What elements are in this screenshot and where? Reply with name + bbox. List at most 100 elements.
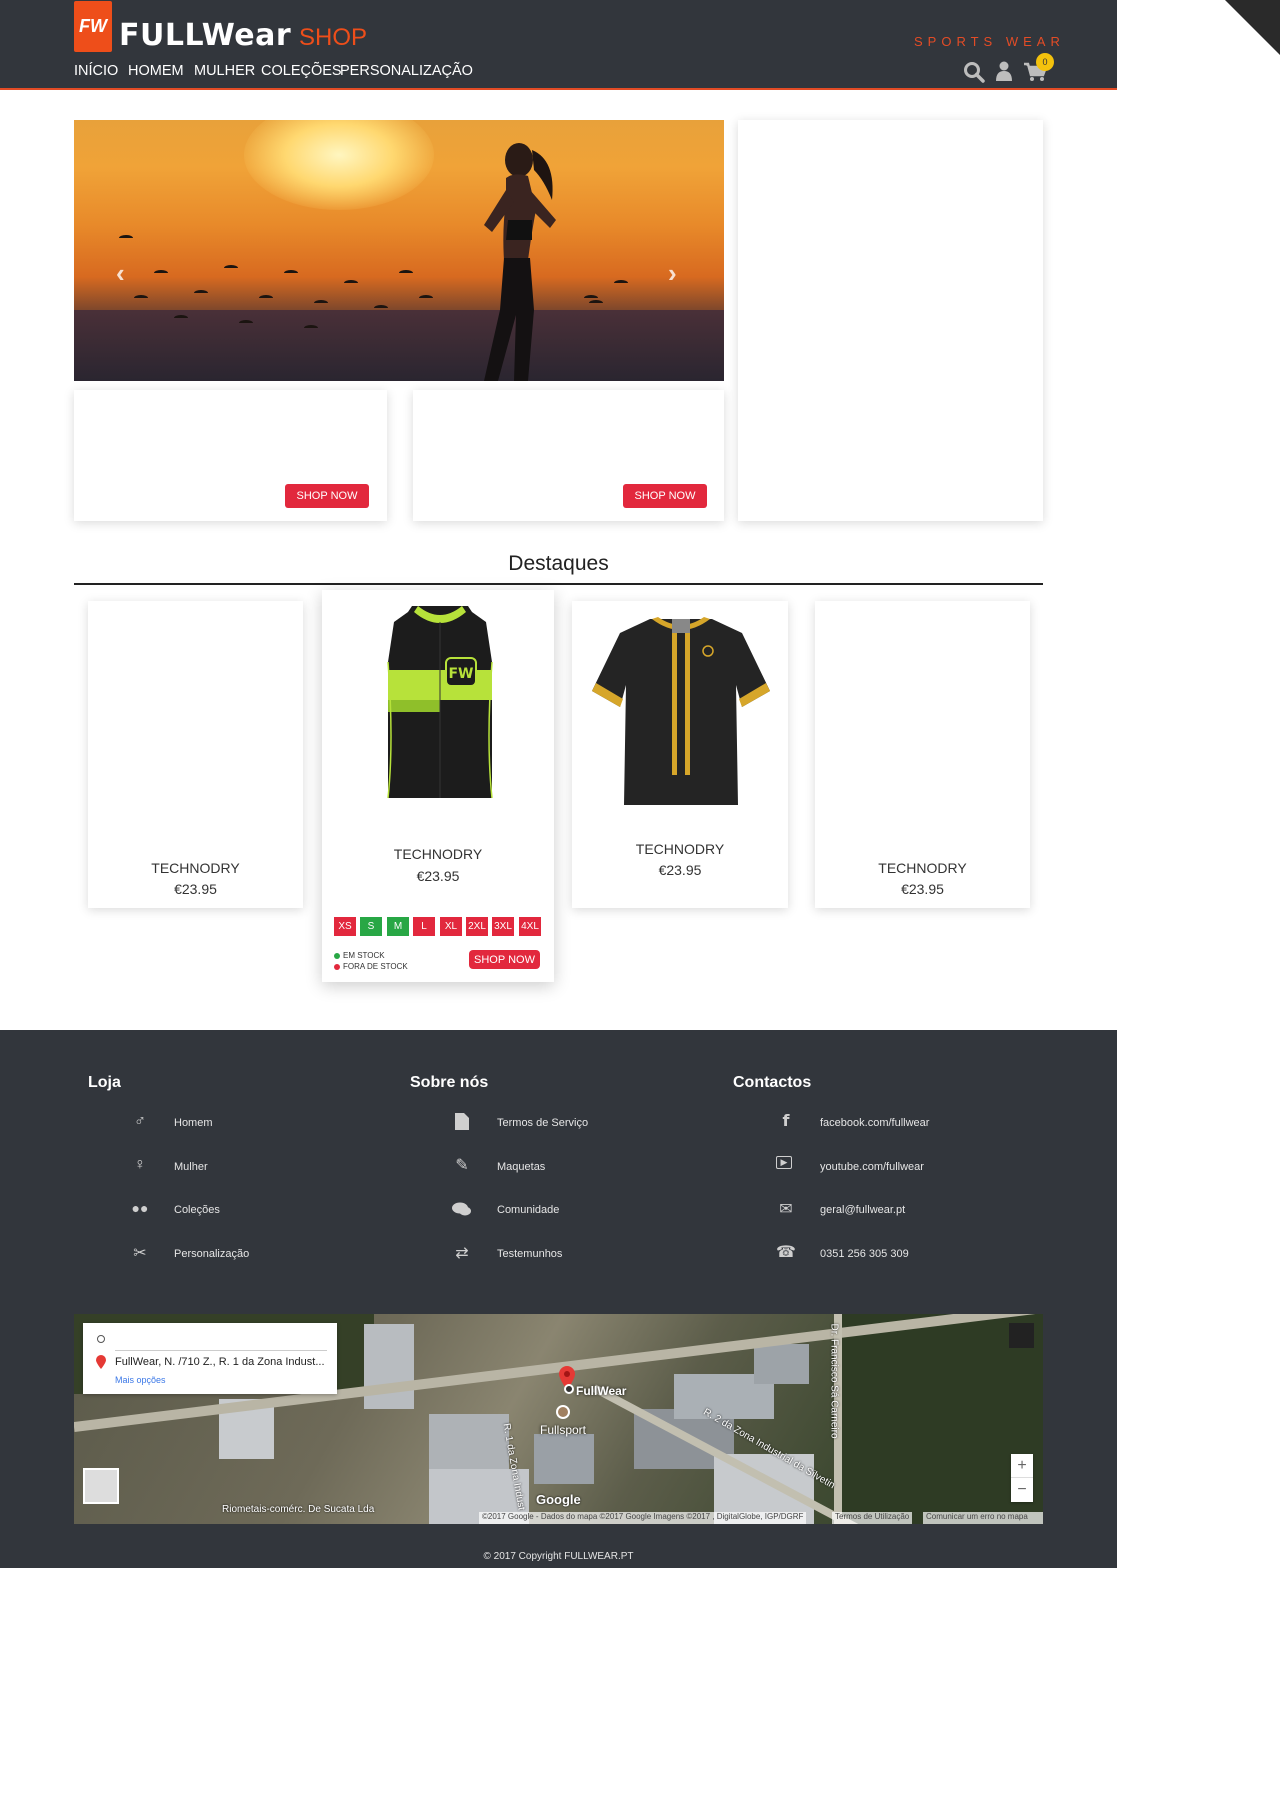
comments-icon [452, 1202, 471, 1216]
map-place-icon[interactable] [556, 1405, 570, 1419]
logo-icon[interactable]: FW [74, 1, 112, 52]
bird [284, 270, 298, 276]
size-m[interactable]: M [387, 917, 409, 936]
footer-heading-loja: Loja [88, 1074, 121, 1091]
product-price: €23.95 [174, 881, 217, 897]
carousel-prev-icon[interactable]: ‹ [116, 258, 125, 289]
size-xs[interactable]: XS [334, 917, 356, 936]
user-icon[interactable] [995, 61, 1013, 81]
size-s[interactable]: S [360, 917, 382, 936]
bird [419, 295, 433, 301]
map-pin-label: FullWear [576, 1384, 627, 1398]
destination-pin-icon [96, 1355, 106, 1369]
map-type-toggle[interactable] [83, 1468, 119, 1504]
footer-link-maquetas[interactable]: Maquetas [497, 1161, 545, 1173]
female-icon: ♀ [134, 1156, 146, 1173]
shop-now-button-1[interactable]: SHOP NOW [285, 484, 369, 508]
bird [174, 315, 188, 321]
footer-link-termos[interactable]: Termos de Serviço [497, 1117, 588, 1129]
hero-carousel[interactable] [74, 120, 724, 381]
map-report-link[interactable]: Comunicar um erro no mapa [923, 1512, 1043, 1524]
product-name: TECHNODRY [635, 841, 725, 857]
footer-link-phone[interactable]: 0351 256 305 309 [820, 1248, 909, 1260]
size-l[interactable]: L [413, 917, 435, 936]
carousel-next-icon[interactable]: › [668, 258, 677, 289]
product-price: €23.95 [901, 881, 944, 897]
footer-link-colecoes[interactable]: Coleções [174, 1204, 220, 1216]
cart-count-badge: 0 [1036, 53, 1054, 71]
bird [224, 265, 238, 271]
map-more-options-link[interactable]: Mais opções [115, 1375, 166, 1385]
size-4xl[interactable]: 4XL [519, 917, 541, 936]
zoom-out-button[interactable]: − [1011, 1478, 1033, 1502]
sun [244, 120, 434, 210]
size-2xl[interactable]: 2XL [466, 917, 488, 936]
footer-link-testemunhos[interactable]: Testemunhos [497, 1248, 562, 1260]
sea [74, 310, 724, 381]
footer-link-homem[interactable]: Homem [174, 1117, 213, 1129]
bird [154, 270, 168, 276]
promo-card-side[interactable] [738, 120, 1043, 521]
map-building [429, 1414, 509, 1469]
zoom-in-button[interactable]: + [1011, 1454, 1033, 1478]
footer-link-facebook[interactable]: facebook.com/fullwear [820, 1117, 929, 1129]
out-of-stock-label: FORA DE STOCK [343, 962, 408, 971]
shop-now-button-2[interactable]: SHOP NOW [623, 484, 707, 508]
users-icon: ●● [131, 1200, 149, 1216]
map-directions-box[interactable]: FullWear, N. /710 Z., R. 1 da Zona Indus… [83, 1323, 337, 1394]
runner-image [484, 143, 556, 381]
out-of-stock-dot-icon [334, 964, 340, 970]
product-card-1[interactable]: TECHNODRY €23.95 [88, 601, 303, 908]
product-price: €23.95 [658, 862, 702, 878]
size-3xl[interactable]: 3XL [492, 917, 514, 936]
bird [134, 295, 148, 301]
logo-text[interactable]: FULLWear [119, 18, 291, 53]
vest-image: FW [387, 606, 493, 799]
footer-link-mulher[interactable]: Mulher [174, 1161, 208, 1173]
footer-link-personalizacao[interactable]: Personalização [174, 1248, 249, 1260]
map-address: FullWear, N. /710 Z., R. 1 da Zona Indus… [115, 1356, 325, 1368]
in-stock-label: EM STOCK [343, 951, 385, 960]
product-name: TECHNODRY [151, 860, 240, 876]
footer-link-comunidade[interactable]: Comunidade [497, 1204, 559, 1216]
corner-ribbon[interactable] [1225, 0, 1280, 55]
footer-heading-contactos: Contactos [733, 1074, 812, 1091]
nav-homem[interactable]: HOMEM [128, 63, 184, 79]
map-building [754, 1344, 809, 1384]
nav-personalizacao[interactable]: PERSONALIZAÇÃO [340, 63, 473, 79]
pegman-icon[interactable] [1009, 1323, 1034, 1348]
product-card-4[interactable]: TECHNODRY €23.95 [815, 601, 1030, 908]
svg-text:FW: FW [448, 666, 473, 682]
youtube-icon: ▶ [776, 1156, 792, 1169]
search-icon[interactable] [963, 61, 985, 83]
map-building [534, 1434, 594, 1484]
bird [344, 280, 358, 286]
logo-shop[interactable]: SHOP [299, 24, 367, 52]
footer-heading-sobre: Sobre nós [410, 1074, 489, 1091]
product-name: TECHNODRY [393, 846, 483, 862]
map-terms-link[interactable]: Termos de Utilização [832, 1512, 913, 1524]
map-marker-icon [564, 1384, 574, 1394]
map-building [364, 1324, 414, 1409]
map[interactable]: R. 1 da Zona Indust R. 2 da Zona Industr… [74, 1314, 1043, 1524]
male-icon: ♂ [134, 1113, 146, 1130]
map-road-label: Dr. Francisco Sá Carneiro [828, 1323, 840, 1439]
bird [194, 290, 208, 296]
divider [115, 1350, 327, 1351]
bird [304, 325, 318, 331]
product-card-3[interactable]: TECHNODRY €23.95 [572, 601, 788, 908]
map-attribution: ©2017 Google - Dados do mapa ©2017 Googl… [479, 1512, 807, 1524]
nav-mulher[interactable]: MULHER [194, 63, 255, 79]
map-place-name: Fullsport [540, 1423, 587, 1437]
footer-link-youtube[interactable]: youtube.com/fullwear [820, 1161, 924, 1173]
jersey-image [592, 617, 770, 805]
bird [314, 300, 328, 306]
nav-colecoes[interactable]: COLEÇÕES [261, 63, 342, 79]
footer-link-email[interactable]: geral@fullwear.pt [820, 1204, 905, 1216]
nav-inicio[interactable]: INÍCIO [74, 63, 118, 79]
origin-circle-icon [97, 1335, 105, 1343]
shop-now-button-product[interactable]: SHOP NOW [469, 950, 540, 969]
phone-icon: ☎ [776, 1244, 796, 1261]
size-xl[interactable]: XL [440, 917, 462, 936]
copyright: © 2017 Copyright FULLWEAR.PT [483, 1551, 634, 1562]
